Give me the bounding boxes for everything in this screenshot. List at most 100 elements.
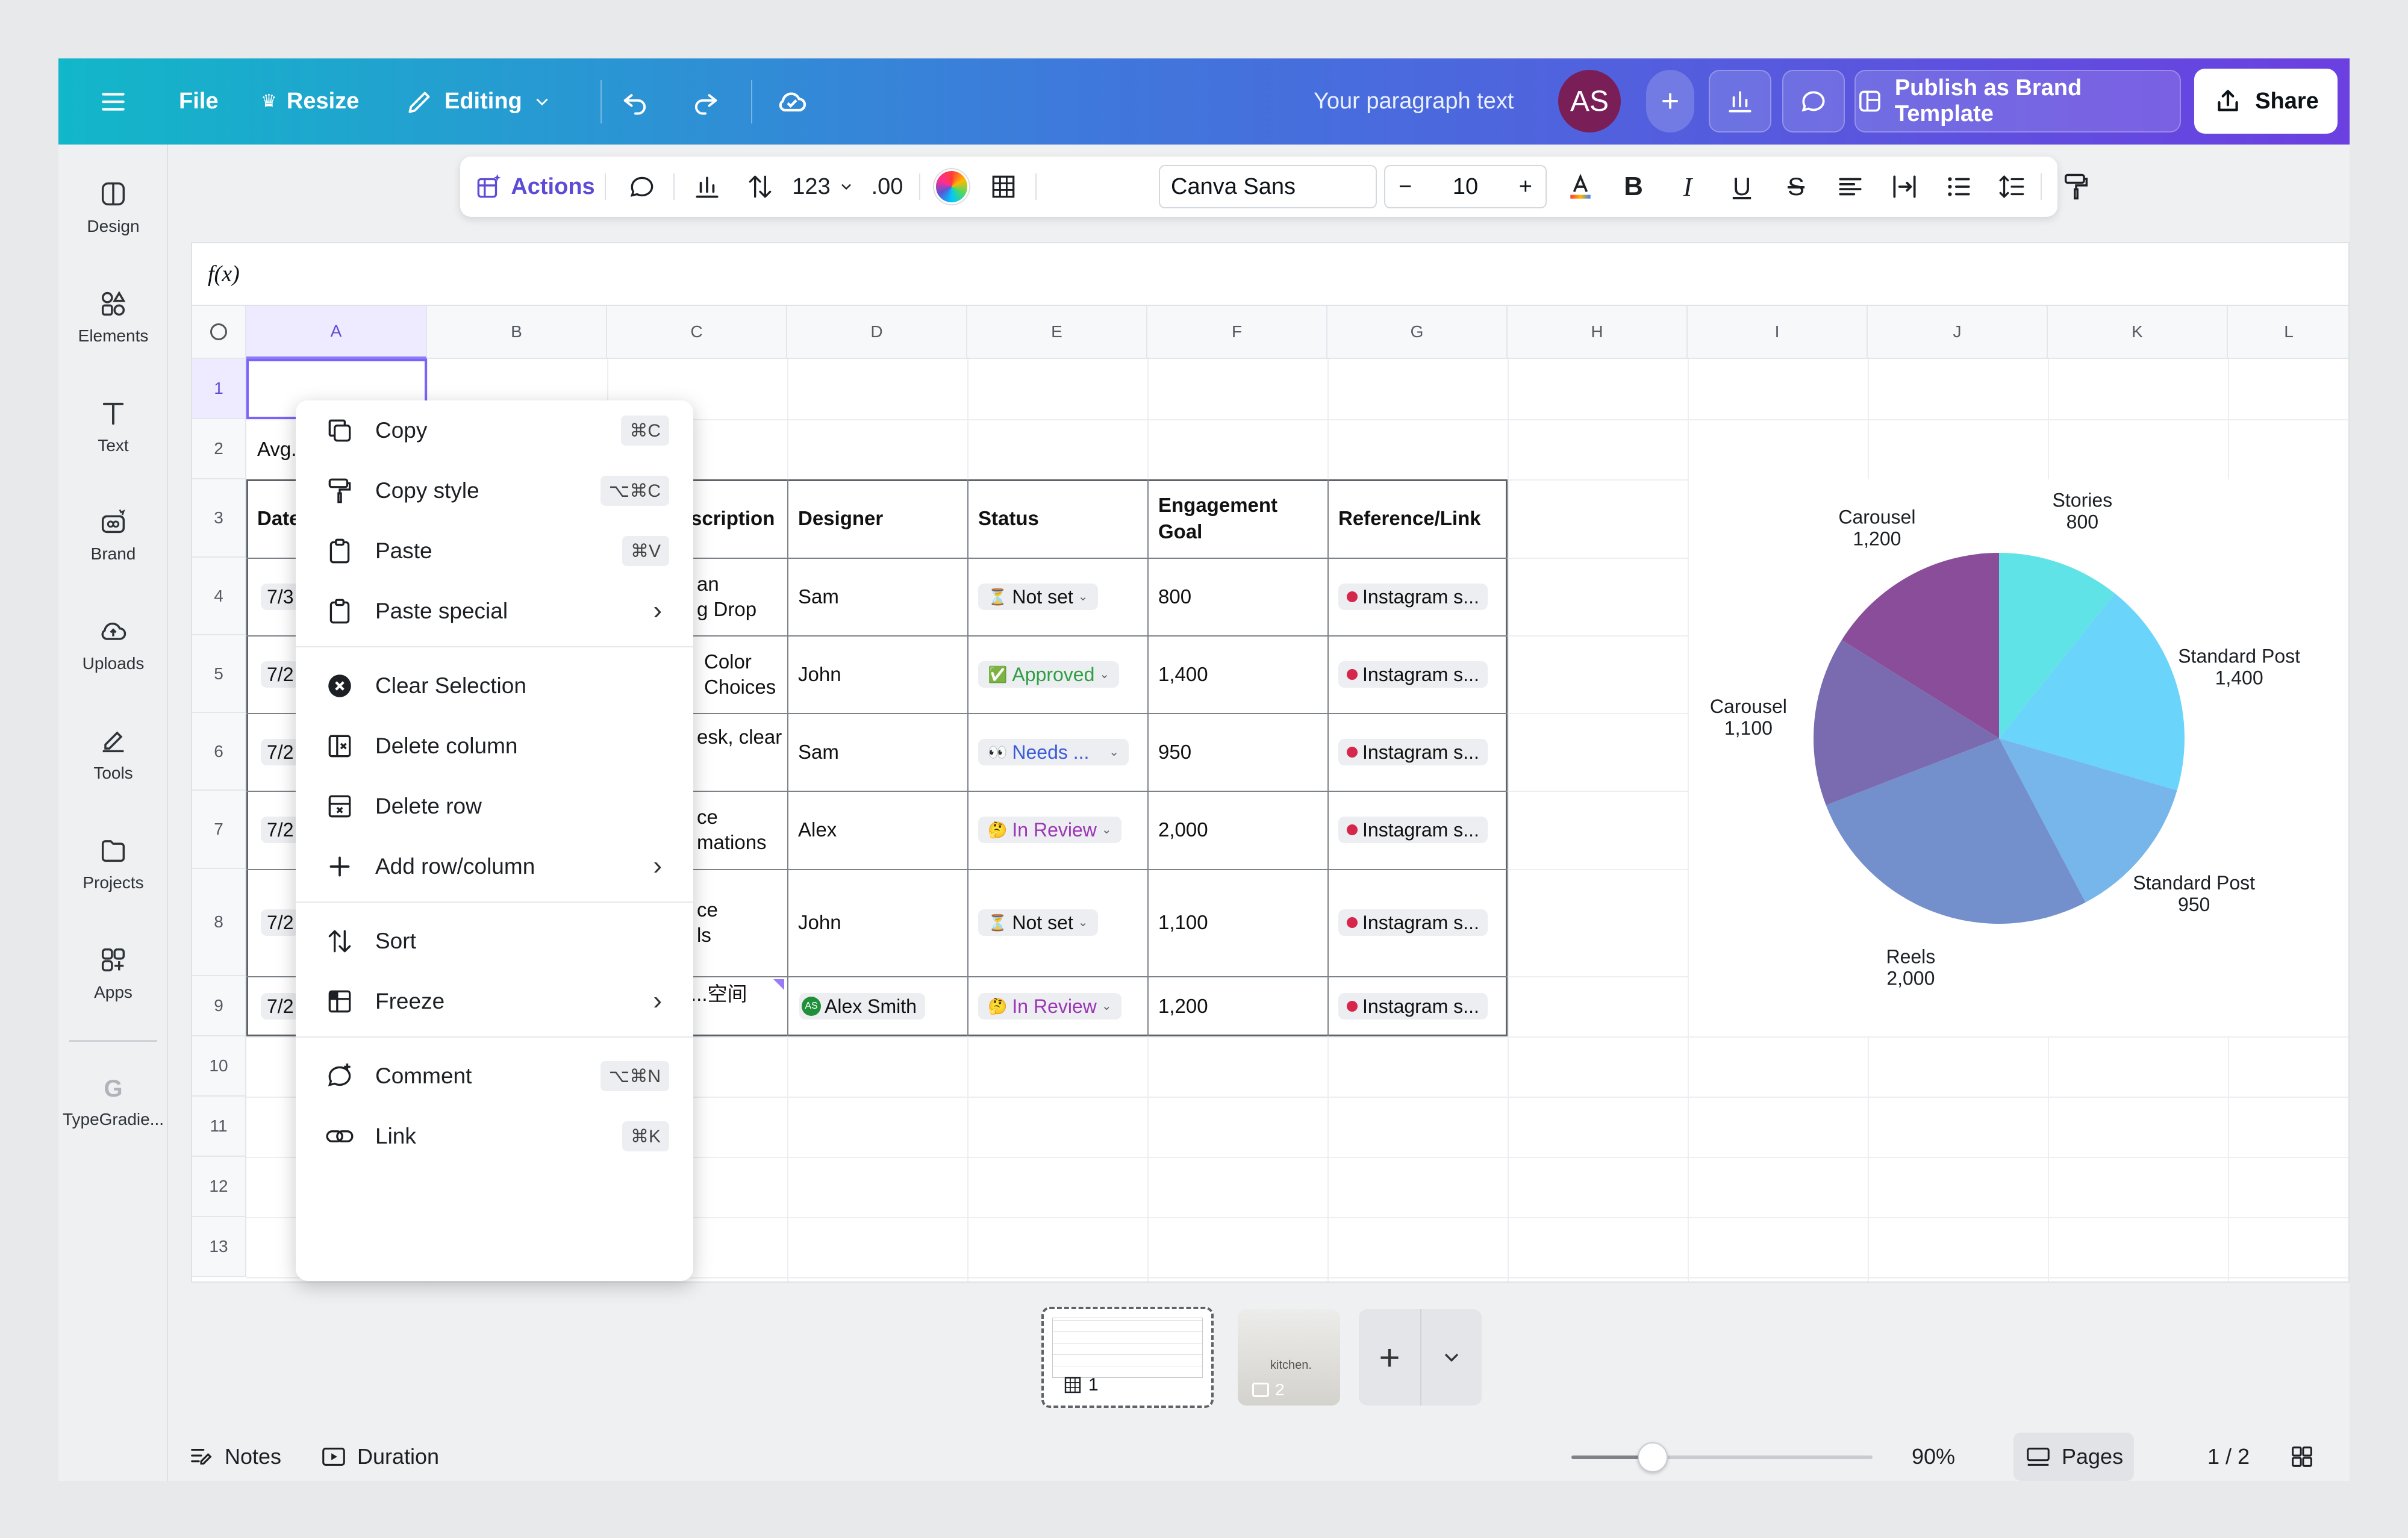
row-header-5[interactable]: 5 bbox=[192, 635, 246, 713]
designer-chip[interactable]: AS Alex Smith bbox=[799, 993, 925, 1020]
status-badge[interactable]: 👀 Needs ... ⌄ bbox=[978, 738, 1129, 765]
cell-a4[interactable]: 7/3 bbox=[250, 558, 301, 635]
cell-e5[interactable]: ✅ Approved ⌄ bbox=[967, 635, 1147, 713]
menu-item-clear-selection[interactable]: Clear Selection bbox=[296, 656, 693, 716]
cloud-save-button[interactable] bbox=[775, 58, 809, 145]
row-header-2[interactable]: 2 bbox=[192, 419, 246, 479]
increase-size-button[interactable]: + bbox=[1519, 174, 1532, 200]
column-header-d[interactable]: D bbox=[787, 306, 967, 359]
cell-a9[interactable]: 7/2 bbox=[250, 976, 301, 1036]
cell-f3[interactable]: Engagement Goal bbox=[1147, 479, 1327, 558]
cell-f8[interactable]: 1,100 bbox=[1147, 869, 1327, 976]
fullscreen-button[interactable] bbox=[2346, 1433, 2350, 1481]
cell-d6[interactable]: Sam bbox=[787, 713, 967, 791]
page-options-button[interactable] bbox=[1421, 1309, 1482, 1406]
rail-item-apps[interactable]: Apps bbox=[58, 944, 168, 1002]
column-header-k[interactable]: K bbox=[2048, 306, 2228, 359]
row-header-6[interactable]: 6 bbox=[192, 713, 246, 791]
resize-button[interactable]: ♛ Resize bbox=[261, 58, 359, 145]
link-chip[interactable]: Instagram s... bbox=[1338, 661, 1488, 688]
select-all-corner[interactable] bbox=[192, 306, 246, 359]
redo-button[interactable] bbox=[690, 58, 721, 145]
zoom-slider-track[interactable] bbox=[1571, 1442, 1873, 1472]
link-chip[interactable]: Instagram s... bbox=[1338, 583, 1488, 610]
cell-e7[interactable]: 🤔 In Review ⌄ bbox=[967, 791, 1147, 869]
rail-item-text[interactable]: Text bbox=[58, 397, 168, 455]
cell-g9[interactable]: Instagram s... bbox=[1327, 976, 1508, 1036]
copy-style-button[interactable] bbox=[2046, 157, 2106, 217]
pages-button[interactable]: Pages bbox=[2013, 1433, 2135, 1481]
formula-bar[interactable]: f(x) bbox=[192, 243, 2348, 306]
avatar[interactable]: AS bbox=[1558, 70, 1621, 132]
cell-d9[interactable]: AS Alex Smith bbox=[787, 976, 967, 1036]
menu-item-add-row-column[interactable]: Add row/column › bbox=[296, 836, 693, 897]
strikethrough-button[interactable]: S bbox=[1772, 157, 1820, 217]
row-header-7[interactable]: 7 bbox=[192, 791, 246, 869]
rail-item-brand[interactable]: Brand bbox=[58, 506, 168, 564]
italic-button[interactable]: I bbox=[1664, 157, 1712, 217]
row-header-11[interactable]: 11 bbox=[192, 1097, 246, 1157]
pie-chart[interactable]: Stories800Standard Post1,400Standard Pos… bbox=[1689, 479, 2350, 1036]
cell-d8[interactable]: John bbox=[787, 869, 967, 976]
rail-item-elements[interactable]: Elements bbox=[58, 288, 168, 346]
rail-item-tools[interactable]: Tools bbox=[58, 725, 168, 783]
page-thumbnail-1[interactable]: 1 bbox=[1041, 1307, 1214, 1408]
link-chip[interactable]: Instagram s... bbox=[1338, 993, 1488, 1020]
add-page-button[interactable]: + bbox=[1359, 1309, 1420, 1406]
menu-item-copy[interactable]: Copy ⌘C bbox=[296, 400, 693, 461]
status-badge[interactable]: 🤔 In Review ⌄ bbox=[978, 993, 1121, 1020]
comments-button[interactable] bbox=[1782, 70, 1845, 132]
menu-item-delete-column[interactable]: Delete column bbox=[296, 716, 693, 776]
underline-button[interactable]: U bbox=[1718, 157, 1766, 217]
status-badge[interactable]: ⏳ Not set ⌄ bbox=[978, 583, 1098, 610]
cell-g4[interactable]: Instagram s... bbox=[1327, 558, 1508, 635]
column-header-a[interactable]: A bbox=[246, 306, 427, 359]
row-header-10[interactable]: 10 bbox=[192, 1036, 246, 1097]
add-comment-button[interactable] bbox=[618, 157, 666, 217]
cell-c9[interactable]: ...空间 bbox=[691, 976, 787, 1012]
menu-item-paste[interactable]: Paste ⌘V bbox=[296, 521, 693, 581]
publish-brand-template-button[interactable]: Publish as Brand Template bbox=[1854, 70, 2181, 132]
text-wrap-button[interactable] bbox=[1880, 157, 1929, 217]
column-header-f[interactable]: F bbox=[1147, 306, 1327, 359]
sort-button[interactable] bbox=[736, 157, 784, 217]
cell-f6[interactable]: 950 bbox=[1147, 713, 1327, 791]
cell-e9[interactable]: 🤔 In Review ⌄ bbox=[967, 976, 1147, 1036]
cell-e3[interactable]: Status bbox=[967, 479, 1147, 558]
bold-button[interactable]: B bbox=[1609, 157, 1658, 217]
row-header-3[interactable]: 3 bbox=[192, 479, 246, 558]
cell-f4[interactable]: 800 bbox=[1147, 558, 1327, 635]
doc-title[interactable]: Your paragraph text bbox=[1314, 58, 1514, 145]
row-header-9[interactable]: 9 bbox=[192, 976, 246, 1036]
zoom-level[interactable]: 90% bbox=[1912, 1433, 1955, 1481]
status-badge[interactable]: ⏳ Not set ⌄ bbox=[978, 909, 1098, 936]
menu-button[interactable] bbox=[98, 58, 128, 145]
font-family-select[interactable]: Canva Sans bbox=[1159, 165, 1377, 208]
cell-g7[interactable]: Instagram s... bbox=[1327, 791, 1508, 869]
invite-button[interactable]: + bbox=[1646, 70, 1694, 132]
borders-button[interactable] bbox=[979, 157, 1028, 217]
row-header-13[interactable]: 13 bbox=[192, 1217, 246, 1277]
menu-item-delete-row[interactable]: Delete row bbox=[296, 776, 693, 836]
duration-button[interactable]: Duration bbox=[320, 1433, 439, 1481]
file-menu[interactable]: File bbox=[179, 58, 218, 145]
text-color-button[interactable] bbox=[1556, 157, 1605, 217]
column-header-i[interactable]: I bbox=[1688, 306, 1868, 359]
link-chip[interactable]: Instagram s... bbox=[1338, 909, 1488, 936]
menu-item-copy-style[interactable]: Copy style ⌥⌘C bbox=[296, 461, 693, 521]
row-header-8[interactable]: 8 bbox=[192, 869, 246, 976]
align-button[interactable] bbox=[1826, 157, 1874, 217]
cell-a2[interactable]: Avg. bbox=[246, 419, 301, 479]
rail-item-typegradient[interactable]: G TypeGradie... bbox=[58, 1076, 168, 1129]
cell-d5[interactable]: John bbox=[787, 635, 967, 713]
column-header-c[interactable]: C bbox=[607, 306, 787, 359]
cell-c3[interactable]: scription bbox=[691, 479, 787, 558]
column-header-l[interactable]: L bbox=[2228, 306, 2348, 359]
share-button[interactable]: Share bbox=[2194, 69, 2338, 134]
cell-d7[interactable]: Alex bbox=[787, 791, 967, 869]
menu-item-paste-special[interactable]: Paste special › bbox=[296, 581, 693, 641]
cell-a7[interactable]: 7/2 bbox=[250, 791, 301, 869]
column-header-g[interactable]: G bbox=[1327, 306, 1508, 359]
actions-button[interactable]: Actions bbox=[471, 157, 597, 217]
page-thumbnail-2[interactable]: kitchen. 2 bbox=[1238, 1309, 1340, 1406]
